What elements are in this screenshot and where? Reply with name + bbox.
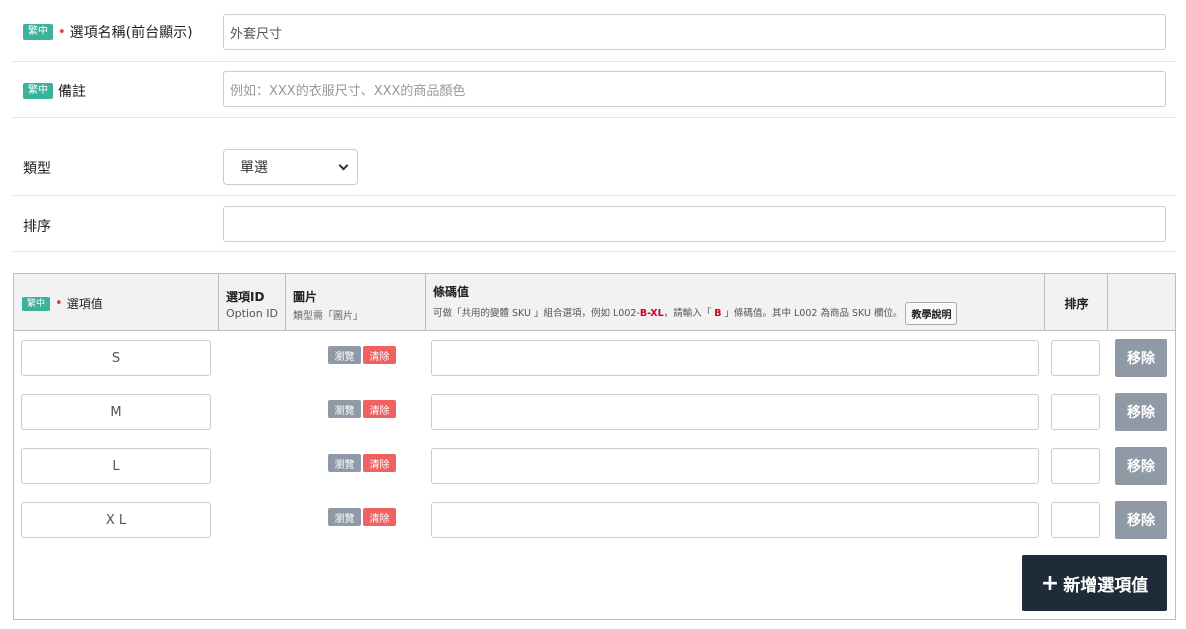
row-sort-input[interactable] — [1051, 448, 1100, 484]
lang-badge: 繁中 — [23, 24, 53, 40]
remove-button[interactable]: 移除 — [1115, 501, 1167, 539]
remove-button[interactable]: 移除 — [1115, 339, 1167, 377]
option-value-input[interactable]: M — [21, 394, 211, 430]
barcode-input[interactable] — [431, 448, 1039, 484]
clear-button[interactable]: 清除 — [363, 454, 396, 472]
option-value: M — [110, 404, 122, 420]
th-barcode-title: 條碼值 — [433, 285, 470, 299]
table-row: S 瀏覽 清除 移除 — [14, 331, 1175, 385]
row-sort-input[interactable] — [1051, 502, 1100, 538]
th-sort: 排序 — [1045, 274, 1108, 330]
option-value-input[interactable]: L — [21, 448, 211, 484]
barcode-desc-hl-2: XL — [650, 308, 664, 319]
th-option-id-sub: Option ID — [226, 307, 278, 320]
note-input[interactable]: 例如：XXX的衣服尺寸、XXX的商品顏色 — [223, 71, 1166, 107]
barcode-desc-1: 可做「共用的變體 SKU 」組合選項，例如 L002- — [433, 308, 640, 319]
option-value: S — [111, 350, 121, 366]
note-placeholder: 例如：XXX的衣服尺寸、XXX的商品顏色 — [230, 83, 466, 99]
type-selected-value: 單選 — [240, 160, 268, 176]
option-name-value: 外套尺寸 — [230, 26, 283, 42]
barcode-input[interactable] — [431, 394, 1039, 430]
add-option-value-label: 新增選項值 — [1063, 575, 1149, 596]
remove-button[interactable]: 移除 — [1115, 393, 1167, 431]
sort-row: 排序 — [13, 196, 1176, 252]
th-option-id-title: 選項ID — [226, 290, 265, 304]
table-row: X L 瀏覽 清除 移除 — [14, 493, 1175, 547]
option-name-input[interactable]: 外套尺寸 — [223, 14, 1166, 50]
browse-button[interactable]: 瀏覽 — [328, 346, 361, 364]
help-button[interactable]: 教學說明 — [905, 302, 958, 325]
th-image-title: 圖片 — [293, 290, 318, 304]
option-name-label-text: 選項名稱(前台顯示) — [69, 25, 193, 41]
option-values-table: 繁中 • 選項值 選項ID Option ID 圖片 類型需「圖片」 條碼值 可… — [13, 273, 1176, 620]
th-actions — [1108, 274, 1175, 330]
type-label-text: 類型 — [23, 161, 51, 177]
sort-label-text: 排序 — [23, 219, 51, 235]
plus-icon: + — [1040, 570, 1060, 596]
row-sort-input[interactable] — [1051, 340, 1100, 376]
th-image-sub: 類型需「圖片」 — [293, 311, 363, 322]
th-option-id: 選項ID Option ID — [219, 274, 286, 330]
barcode-desc-3: ，請輸入「 — [663, 308, 715, 319]
remove-button[interactable]: 移除 — [1115, 447, 1167, 485]
browse-button[interactable]: 瀏覽 — [328, 454, 361, 472]
table-header: 繁中 • 選項值 選項ID Option ID 圖片 類型需「圖片」 條碼值 可… — [14, 274, 1175, 331]
th-value: 繁中 • 選項值 — [14, 274, 219, 330]
barcode-input[interactable] — [431, 340, 1039, 376]
lang-badge: 繁中 — [22, 296, 51, 311]
th-sort-label: 排序 — [1064, 297, 1089, 311]
type-select[interactable]: 單選 — [223, 149, 358, 185]
lang-badge: 繁中 — [23, 83, 53, 99]
row-sort-input[interactable] — [1051, 394, 1100, 430]
option-name-label: 繁中 • 選項名稱(前台顯示) — [23, 22, 193, 42]
type-row: 類型 單選 — [13, 118, 1176, 196]
option-name-row: 繁中 • 選項名稱(前台顯示) 外套尺寸 — [13, 0, 1176, 62]
table-row: M 瀏覽 清除 移除 — [14, 385, 1175, 439]
note-label-text: 備註 — [58, 84, 86, 100]
option-value: X L — [105, 512, 127, 528]
option-value-input[interactable]: S — [21, 340, 211, 376]
browse-button[interactable]: 瀏覽 — [328, 508, 361, 526]
type-label: 類型 — [23, 158, 51, 178]
add-option-value-button[interactable]: + 新增選項值 — [1022, 555, 1167, 611]
table-row: L 瀏覽 清除 移除 — [14, 439, 1175, 493]
sort-input[interactable] — [223, 206, 1166, 242]
th-image: 圖片 類型需「圖片」 — [286, 274, 426, 330]
option-value: L — [112, 458, 120, 474]
barcode-input[interactable] — [431, 502, 1039, 538]
chevron-down-icon — [338, 160, 349, 170]
barcode-description: 可做「共用的變體 SKU 」組合選項，例如 L002-B-XL，請輸入「 B 」… — [433, 302, 1038, 325]
clear-button[interactable]: 清除 — [363, 400, 396, 418]
clear-button[interactable]: 清除 — [363, 508, 396, 526]
note-label: 繁中 備註 — [23, 81, 86, 101]
th-barcode: 條碼值 可做「共用的變體 SKU 」組合選項，例如 L002-B-XL，請輸入「… — [426, 274, 1045, 330]
th-value-label: 選項值 — [66, 297, 103, 311]
barcode-desc-4: 」條碼值。其中 L002 為商品 SKU 欄位。 — [721, 308, 903, 319]
sort-label: 排序 — [23, 216, 51, 236]
clear-button[interactable]: 清除 — [363, 346, 396, 364]
note-row: 繁中 備註 例如：XXX的衣服尺寸、XXX的商品顏色 — [13, 62, 1176, 118]
option-value-input[interactable]: X L — [21, 502, 211, 538]
required-mark: • — [55, 296, 63, 311]
required-mark: • — [58, 24, 66, 40]
browse-button[interactable]: 瀏覽 — [328, 400, 361, 418]
